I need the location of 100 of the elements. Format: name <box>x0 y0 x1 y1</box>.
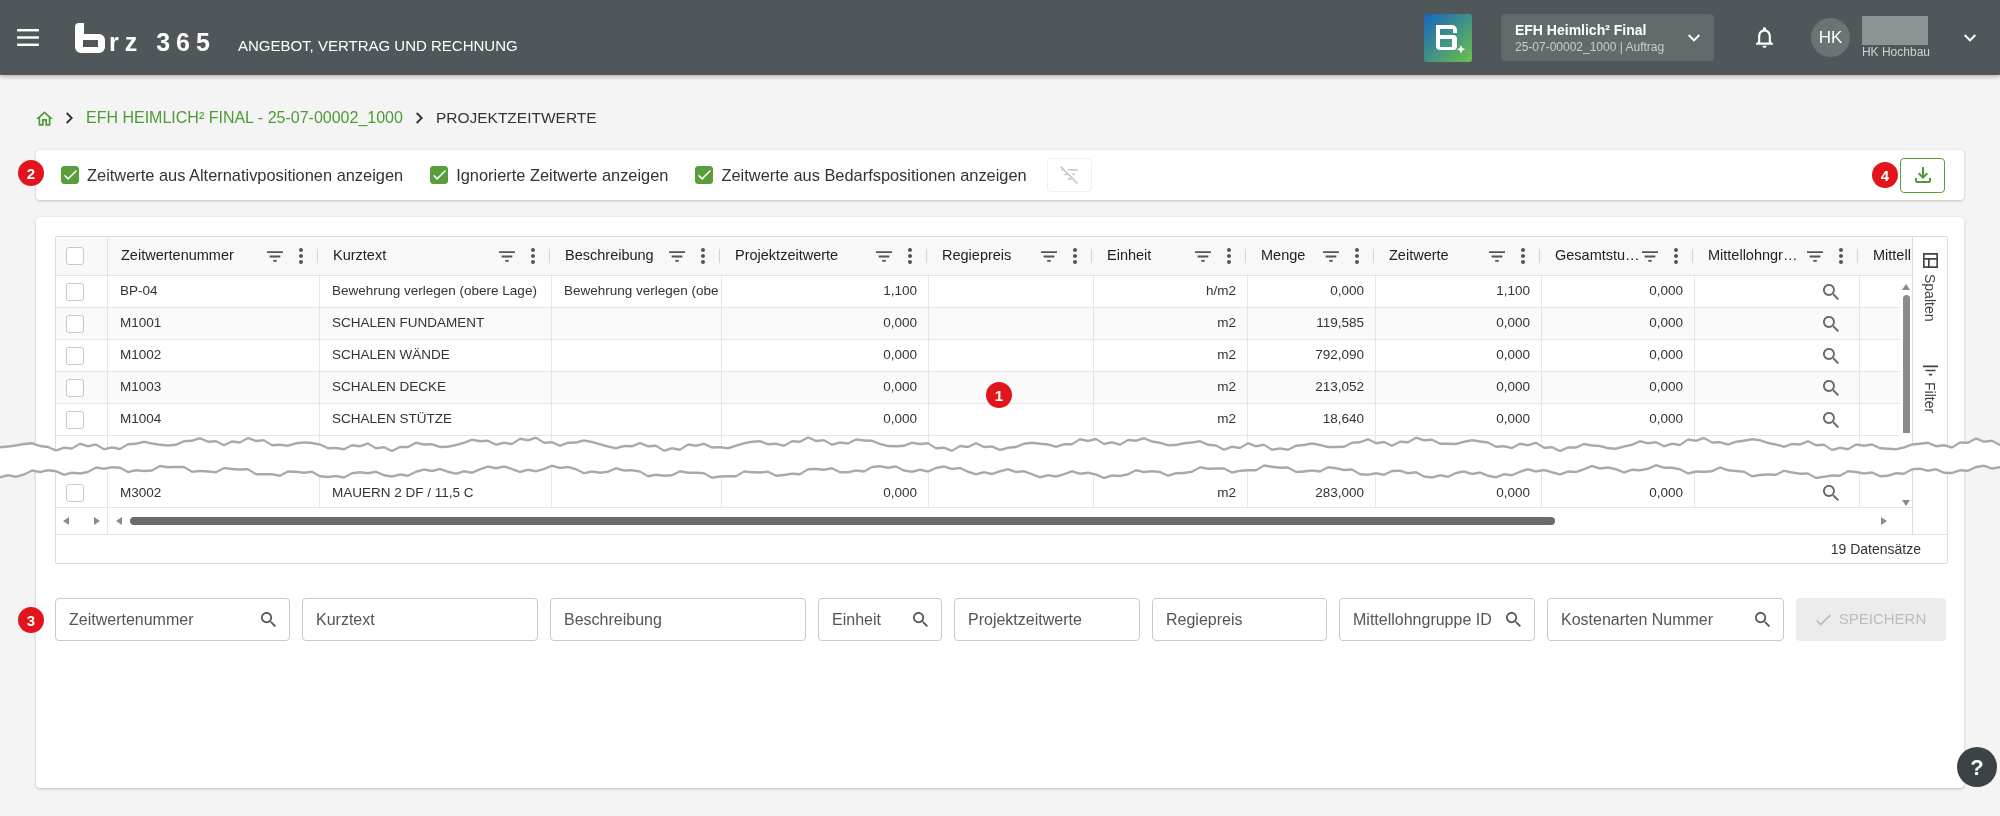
notifications-icon[interactable] <box>1755 27 1773 48</box>
filter-icon <box>1922 365 1938 377</box>
scroll-left-icon[interactable] <box>63 517 69 525</box>
table-cell-text: M1002 <box>120 346 162 365</box>
table-cell-text: 0,000 <box>1496 314 1530 333</box>
search-field[interactable]: Zeitwertenummer <box>55 598 290 641</box>
checkmark-icon <box>432 170 446 180</box>
table-cell-text: SCHALEN WÄNDE <box>332 346 450 365</box>
input-field[interactable]: Projektzeitwerte <box>954 598 1140 641</box>
redaction-block <box>1861 16 1928 45</box>
scroll-down-icon[interactable] <box>1902 500 1910 506</box>
checkbox[interactable] <box>430 166 449 184</box>
column-header[interactable]: Gesamtstu… <box>1555 245 1640 267</box>
filter-icon[interactable] <box>1642 250 1658 262</box>
record-count: 19 Datensätze <box>1830 539 1921 559</box>
table-cell-text: 1,100 <box>1496 282 1530 301</box>
search-field[interactable]: Mittellohngruppe ID <box>1339 598 1535 641</box>
scroll-left-icon[interactable] <box>116 517 122 525</box>
table-cell-text: MAUERN 2 DF / 11,5 C <box>332 483 474 502</box>
search-icon[interactable] <box>1823 283 1839 300</box>
filter-icon[interactable] <box>669 250 685 262</box>
table-cell-text: 0,000 <box>1649 410 1683 429</box>
scrollbar-thumb[interactable] <box>130 517 1555 525</box>
filter-icon[interactable] <box>1489 250 1505 262</box>
input-field[interactable]: Beschreibung <box>550 598 806 641</box>
more-options-icon[interactable] <box>908 248 912 264</box>
column-header[interactable]: Beschreibung <box>565 245 654 267</box>
chevron-down-icon[interactable] <box>1964 33 1976 42</box>
scroll-right-icon[interactable] <box>1881 517 1887 525</box>
table-cell-text: SCHALEN STÜTZE <box>332 410 453 429</box>
table-cell-text: 0,000 <box>1496 410 1530 429</box>
more-options-icon[interactable] <box>1227 248 1231 264</box>
column-header[interactable]: Zeitwerte <box>1389 245 1449 267</box>
search-icon[interactable] <box>1755 612 1770 627</box>
more-options-icon[interactable] <box>531 248 535 264</box>
filter-icon[interactable] <box>499 250 515 262</box>
avatar[interactable]: HK <box>1810 18 1850 57</box>
checkbox-label[interactable]: Zeitwerte aus Alternativpositionen anzeigen <box>87 162 404 188</box>
checkbox[interactable] <box>66 247 84 265</box>
checkbox[interactable] <box>66 484 84 502</box>
filter-icon[interactable] <box>1323 250 1339 262</box>
search-field[interactable]: Einheit <box>818 598 942 641</box>
filter-icon[interactable] <box>1041 250 1057 262</box>
search-icon[interactable] <box>1823 411 1839 428</box>
table-icon <box>1922 253 1938 268</box>
search-icon[interactable] <box>1823 379 1839 396</box>
table-cell-text: 0,000 <box>1649 378 1683 397</box>
home-icon[interactable] <box>36 110 53 126</box>
more-options-icon[interactable] <box>701 248 705 264</box>
checkbox[interactable] <box>61 166 79 184</box>
column-header[interactable]: Projektzeitwerte <box>735 245 839 267</box>
more-options-icon[interactable] <box>299 248 303 264</box>
input-field[interactable]: Regiepreis <box>1152 598 1327 641</box>
table-cell-text: 18,640 <box>1322 410 1364 429</box>
table-cell-text: 283,000 <box>1315 483 1364 502</box>
help-button[interactable]: ? <box>1957 747 1997 787</box>
column-header[interactable]: Einheit <box>1107 245 1152 267</box>
table-cell-text: 0,000 <box>883 378 917 397</box>
column-header[interactable]: Zeitwertenummer <box>121 245 234 267</box>
checkbox[interactable] <box>695 166 714 184</box>
more-options-icon[interactable] <box>1355 248 1359 264</box>
checkbox[interactable] <box>66 346 84 365</box>
search-icon[interactable] <box>1823 315 1839 332</box>
scrollbar-thumb[interactable] <box>1902 295 1910 433</box>
checkbox-label[interactable]: Zeitwerte aus Bedarfspositionen anzeigen <box>721 162 1027 188</box>
table-cell-text: SCHALEN FUNDAMENT <box>332 314 485 333</box>
app-title: ANGEBOT, VERTRAG UND RECHNUNG <box>237 36 518 57</box>
search-icon[interactable] <box>1823 485 1839 501</box>
more-options-icon[interactable] <box>1674 248 1678 264</box>
app-icon[interactable] <box>1423 13 1472 62</box>
column-header[interactable]: Kurztext <box>333 245 387 267</box>
table-cell-text: 213,052 <box>1315 378 1364 397</box>
filter-icon[interactable] <box>1195 250 1211 262</box>
download-button[interactable] <box>1900 157 1945 193</box>
more-options-icon[interactable] <box>1839 248 1843 264</box>
search-icon[interactable] <box>261 612 276 627</box>
scroll-right-icon[interactable] <box>94 517 100 525</box>
project-selector[interactable]: EFH Heimlich² Final 25-07-00002_1000 | Auftrag <box>1500 14 1714 61</box>
filter-icon[interactable] <box>1807 250 1823 262</box>
search-icon[interactable] <box>1823 347 1839 364</box>
menu-icon[interactable] <box>17 29 39 46</box>
column-header[interactable]: Mittell <box>1873 245 1911 267</box>
column-header[interactable]: Regiepreis <box>942 245 1012 267</box>
column-header[interactable]: Mittellohngr… <box>1708 245 1798 267</box>
input-field[interactable]: Kurztext <box>302 598 538 641</box>
checkbox[interactable] <box>66 410 84 429</box>
checkbox[interactable] <box>66 282 84 301</box>
checkbox[interactable] <box>66 378 84 397</box>
scroll-up-icon[interactable] <box>1902 284 1910 290</box>
search-field[interactable]: Kostenarten Nummer <box>1547 598 1784 641</box>
filter-icon[interactable] <box>876 250 892 262</box>
more-options-icon[interactable] <box>1521 248 1525 264</box>
column-header[interactable]: Menge <box>1261 245 1306 267</box>
filter-icon[interactable] <box>267 250 283 262</box>
more-options-icon[interactable] <box>1073 248 1077 264</box>
chevron-down-icon <box>1687 33 1700 42</box>
search-icon[interactable] <box>1506 612 1521 627</box>
checkbox-label[interactable]: Ignorierte Zeitwerte anzeigen <box>456 162 669 188</box>
checkbox[interactable] <box>66 314 84 333</box>
search-icon[interactable] <box>913 612 928 627</box>
